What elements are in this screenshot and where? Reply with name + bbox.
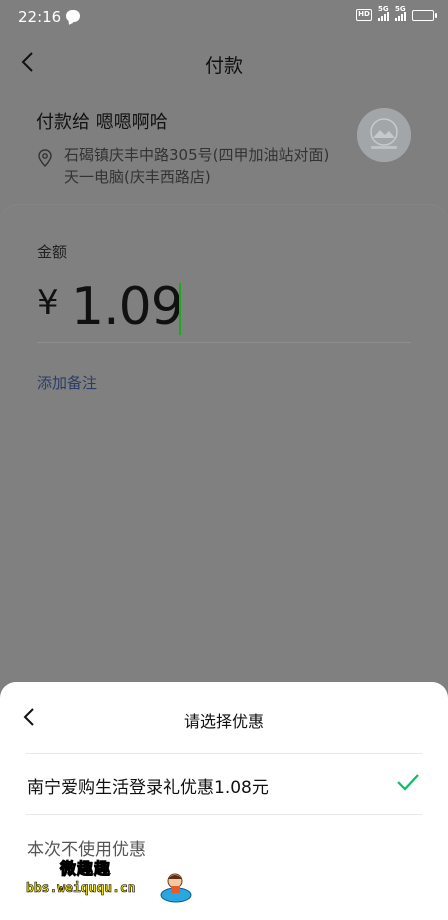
watermark-mascot-icon: [160, 873, 192, 903]
amount-value: 1.09: [71, 277, 184, 337]
page-title: 付款: [204, 55, 243, 77]
merchant-avatar: [357, 108, 411, 162]
sheet-title: 请选择优惠: [183, 712, 264, 731]
payee-info: 付款给 嗯嗯啊哈 石碣镇庆丰中路305号(四甲加油站对面)天一电脑(庆丰西路店): [36, 108, 356, 188]
hd-badge: HD: [356, 9, 372, 21]
top-nav: 付款: [0, 36, 448, 90]
payee-name: 付款给 嗯嗯啊哈: [36, 112, 168, 133]
signal-strength-icon: 5G: [378, 5, 389, 21]
location-pin-icon: [38, 149, 52, 167]
status-indicators: HD 5G 5G: [356, 5, 437, 21]
watermark-title: 微趣趣: [59, 859, 112, 879]
payee-address: 石碣镇庆丰中路305号(四甲加油站对面)天一电脑(庆丰西路店): [36, 144, 336, 188]
chat-bubble-icon: [66, 10, 80, 22]
signal-strength-icon-2: 5G: [395, 5, 406, 21]
add-note-link[interactable]: 添加备注: [37, 372, 97, 393]
amount-input[interactable]: ¥ 1.09: [37, 275, 411, 343]
currency-symbol: ¥: [37, 283, 59, 323]
watermark: 微趣趣 bbs.weiququ.cn: [26, 855, 196, 915]
coupon-option-selected[interactable]: 南宁爱购生活登录礼优惠1.08元: [26, 754, 422, 814]
amount-label: 金额: [37, 243, 68, 261]
battery-icon: [412, 9, 437, 21]
landscape-icon: [357, 108, 411, 162]
status-time: 22:16: [18, 8, 62, 26]
coupon-option-label: 南宁爱购生活登录礼优惠1.08元: [27, 778, 269, 798]
signal-label-2: 5G: [395, 5, 406, 13]
watermark-url: bbs.weiququ.cn: [26, 881, 136, 897]
text-cursor: [179, 283, 181, 335]
divider: [26, 814, 422, 815]
signal-label: 5G: [378, 5, 389, 13]
status-bar: 22:16 HD 5G 5G: [0, 0, 448, 36]
payee-address-text: 石碣镇庆丰中路305号(四甲加油站对面)天一电脑(庆丰西路店): [64, 146, 330, 186]
checkmark-icon: [396, 772, 420, 792]
